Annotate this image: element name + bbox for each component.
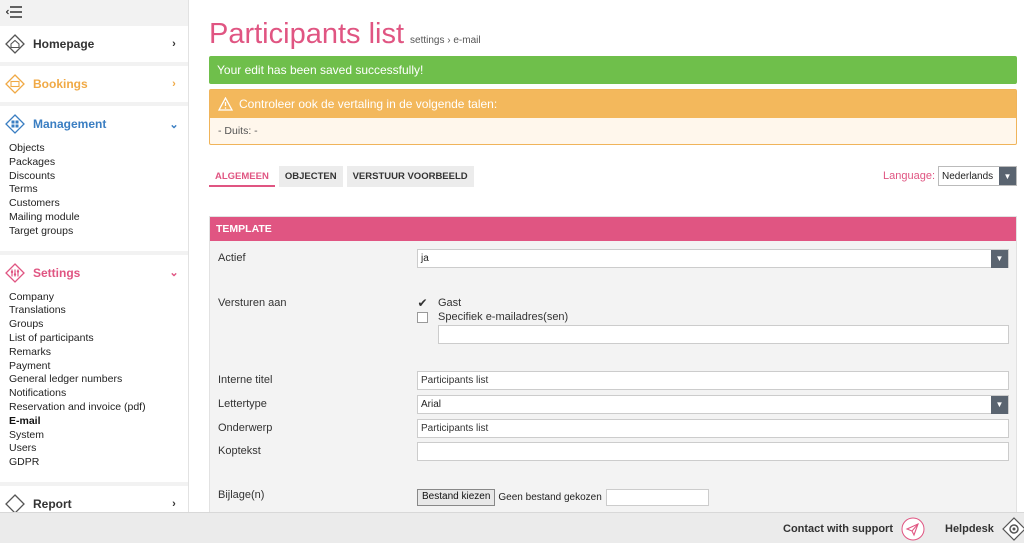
sidebar-section-bookings[interactable]: Bookings › [0, 66, 188, 102]
interne-titel-input[interactable]: Participants list [417, 371, 1009, 390]
settings-icon [5, 262, 25, 283]
contact-support-link[interactable]: Contact with support [783, 513, 925, 543]
helpdesk-label: Helpdesk [945, 522, 994, 535]
chevron-down-icon: ⌄ [169, 118, 179, 131]
sidebar-item-general-ledger-numbers[interactable]: General ledger numbers [9, 373, 179, 387]
sidebar-item-translations[interactable]: Translations [9, 304, 179, 318]
specific-email-option: Specifiek e-mailadres(sen) [417, 311, 568, 323]
sidebar-item-users[interactable]: Users [9, 442, 179, 456]
dropdown-arrow-icon: ▼ [991, 395, 1008, 414]
chevron-right-icon: › [172, 497, 176, 510]
choose-file-button[interactable]: Bestand kiezen [417, 489, 496, 506]
warning-icon [218, 97, 233, 111]
tab-verstuur-voorbeeld[interactable]: VERSTUUR VOORBEELD [346, 166, 474, 187]
main-content: Participants list settings › e-mail Your… [209, 0, 1017, 516]
sidebar-item-terms[interactable]: Terms [9, 183, 179, 197]
chevron-right-icon: › [172, 78, 176, 90]
onderwerp-label: Onderwerp [218, 422, 273, 434]
home-icon [5, 34, 25, 54]
sidebar-item-reservation-invoice[interactable]: Reservation and invoice (pdf) [9, 401, 179, 415]
guest-option-label: Gast [438, 297, 462, 309]
bookings-icon [5, 74, 25, 94]
versturen-label: Versturen aan [218, 297, 287, 309]
breadcrumb: settings › e-mail [410, 35, 481, 46]
page-title: Participants list [209, 18, 405, 50]
no-file-chosen-text: Geen bestand gekozen [498, 492, 602, 503]
sidebar-section-label: Homepage [33, 37, 95, 51]
specific-email-checkbox[interactable] [417, 311, 428, 323]
lettertype-label: Lettertype [218, 398, 267, 410]
paper-plane-icon [901, 517, 925, 541]
sidebar-item-remarks[interactable]: Remarks [9, 346, 179, 360]
sidebar-item-gdpr[interactable]: GDPR [9, 456, 179, 470]
warning-alert: Controleer ook de vertaling in de volgen… [209, 89, 1017, 145]
sidebar-section-settings[interactable]: Settings ⌄ Company Translations Groups L… [0, 254, 188, 482]
sidebar-section-label: Bookings [33, 77, 88, 91]
dropdown-arrow-icon: ▼ [999, 167, 1016, 185]
sidebar-item-payment[interactable]: Payment [9, 360, 179, 374]
sidebar-item-target-groups[interactable]: Target groups [9, 225, 179, 239]
language-selector: Language: Nederlands ▼ [883, 166, 1017, 186]
lettertype-value: Arial [421, 399, 442, 410]
language-label: Language: [883, 170, 935, 182]
sidebar-item-email[interactable]: E-mail [9, 415, 179, 429]
panel-heading: TEMPLATE [210, 217, 1016, 241]
guest-checkbox[interactable]: ✔ [417, 297, 428, 309]
success-alert: Your edit has been saved successfully! [209, 56, 1017, 84]
koptekst-input[interactable] [417, 442, 1009, 461]
warning-body: - Duits: - [218, 125, 258, 137]
chevron-right-icon: › [172, 38, 176, 50]
warning-title: Controleer ook de vertaling in de volgen… [239, 97, 498, 111]
sidebar-section-label: Settings [33, 265, 81, 280]
sidebar-item-objects[interactable]: Objects [9, 142, 179, 156]
helpdesk-icon [1002, 516, 1024, 541]
chevron-down-icon: ⌄ [169, 267, 179, 280]
footer-bar: Contact with support Helpdesk [0, 512, 1024, 543]
sidebar: Homepage › Bookings › Management ⌄ Objec… [0, 0, 189, 512]
sidebar-section-label: Management [33, 117, 107, 131]
tabs-bar: ALGEMEEN OBJECTEN VERSTUUR VOORBEELD Langu… [209, 166, 1017, 187]
onderwerp-input[interactable]: Participants list [417, 419, 1009, 438]
dropdown-arrow-icon: ▼ [991, 249, 1008, 268]
sidebar-item-groups[interactable]: Groups [9, 318, 179, 332]
template-panel: TEMPLATE Actief ja ▼ Versturen aan ✔ Gas… [209, 216, 1017, 516]
management-submenu: Objects Packages Discounts Terms Custome… [0, 142, 188, 251]
menu-toggle-icon[interactable] [0, 0, 188, 26]
specific-email-input[interactable] [438, 325, 1009, 344]
sidebar-item-customers[interactable]: Customers [9, 197, 179, 211]
sidebar-section-label: Report [33, 496, 72, 511]
language-select[interactable]: Nederlands ▼ [938, 166, 1017, 186]
actief-label: Actief [218, 252, 246, 264]
management-icon [5, 114, 25, 134]
settings-submenu: Company Translations Groups List of part… [0, 291, 188, 482]
lettertype-select[interactable]: Arial ▼ [417, 395, 1009, 414]
sidebar-section-report[interactable]: Report › [0, 485, 188, 512]
interne-titel-label: Interne titel [218, 374, 273, 386]
contact-support-label: Contact with support [783, 522, 893, 535]
sidebar-item-discounts[interactable]: Discounts [9, 170, 179, 184]
file-name-box[interactable] [605, 489, 709, 506]
sidebar-section-management[interactable]: Management ⌄ Objects Packages Discounts … [0, 106, 188, 251]
sidebar-section-homepage[interactable]: Homepage › [0, 26, 188, 62]
tab-algemeen[interactable]: ALGEMEEN [209, 166, 275, 187]
helpdesk-link[interactable]: Helpdesk [945, 513, 1024, 543]
bijlage-label: Bijlage(n) [218, 489, 265, 501]
sidebar-item-company[interactable]: Company [9, 291, 179, 305]
koptekst-label: Koptekst [218, 445, 261, 457]
language-value: Nederlands [942, 170, 994, 182]
page-header: Participants list settings › e-mail [209, 0, 1017, 52]
actief-value: ja [421, 253, 429, 264]
actief-select[interactable]: ja ▼ [417, 249, 1009, 268]
sidebar-item-notifications[interactable]: Notifications [9, 387, 179, 401]
report-icon [5, 494, 25, 512]
sidebar-item-mailing-module[interactable]: Mailing module [9, 211, 179, 225]
specific-email-label: Specifiek e-mailadres(sen) [438, 311, 569, 323]
sidebar-item-packages[interactable]: Packages [9, 156, 179, 170]
sidebar-item-system[interactable]: System [9, 429, 179, 443]
bijlage-file-picker: Bestand kiezen Geen bestand gekozen [417, 489, 709, 506]
guest-option: ✔ Gast [417, 297, 462, 310]
sidebar-item-list-of-participants[interactable]: List of participants [9, 332, 179, 346]
tab-objecten[interactable]: OBJECTEN [278, 166, 343, 187]
